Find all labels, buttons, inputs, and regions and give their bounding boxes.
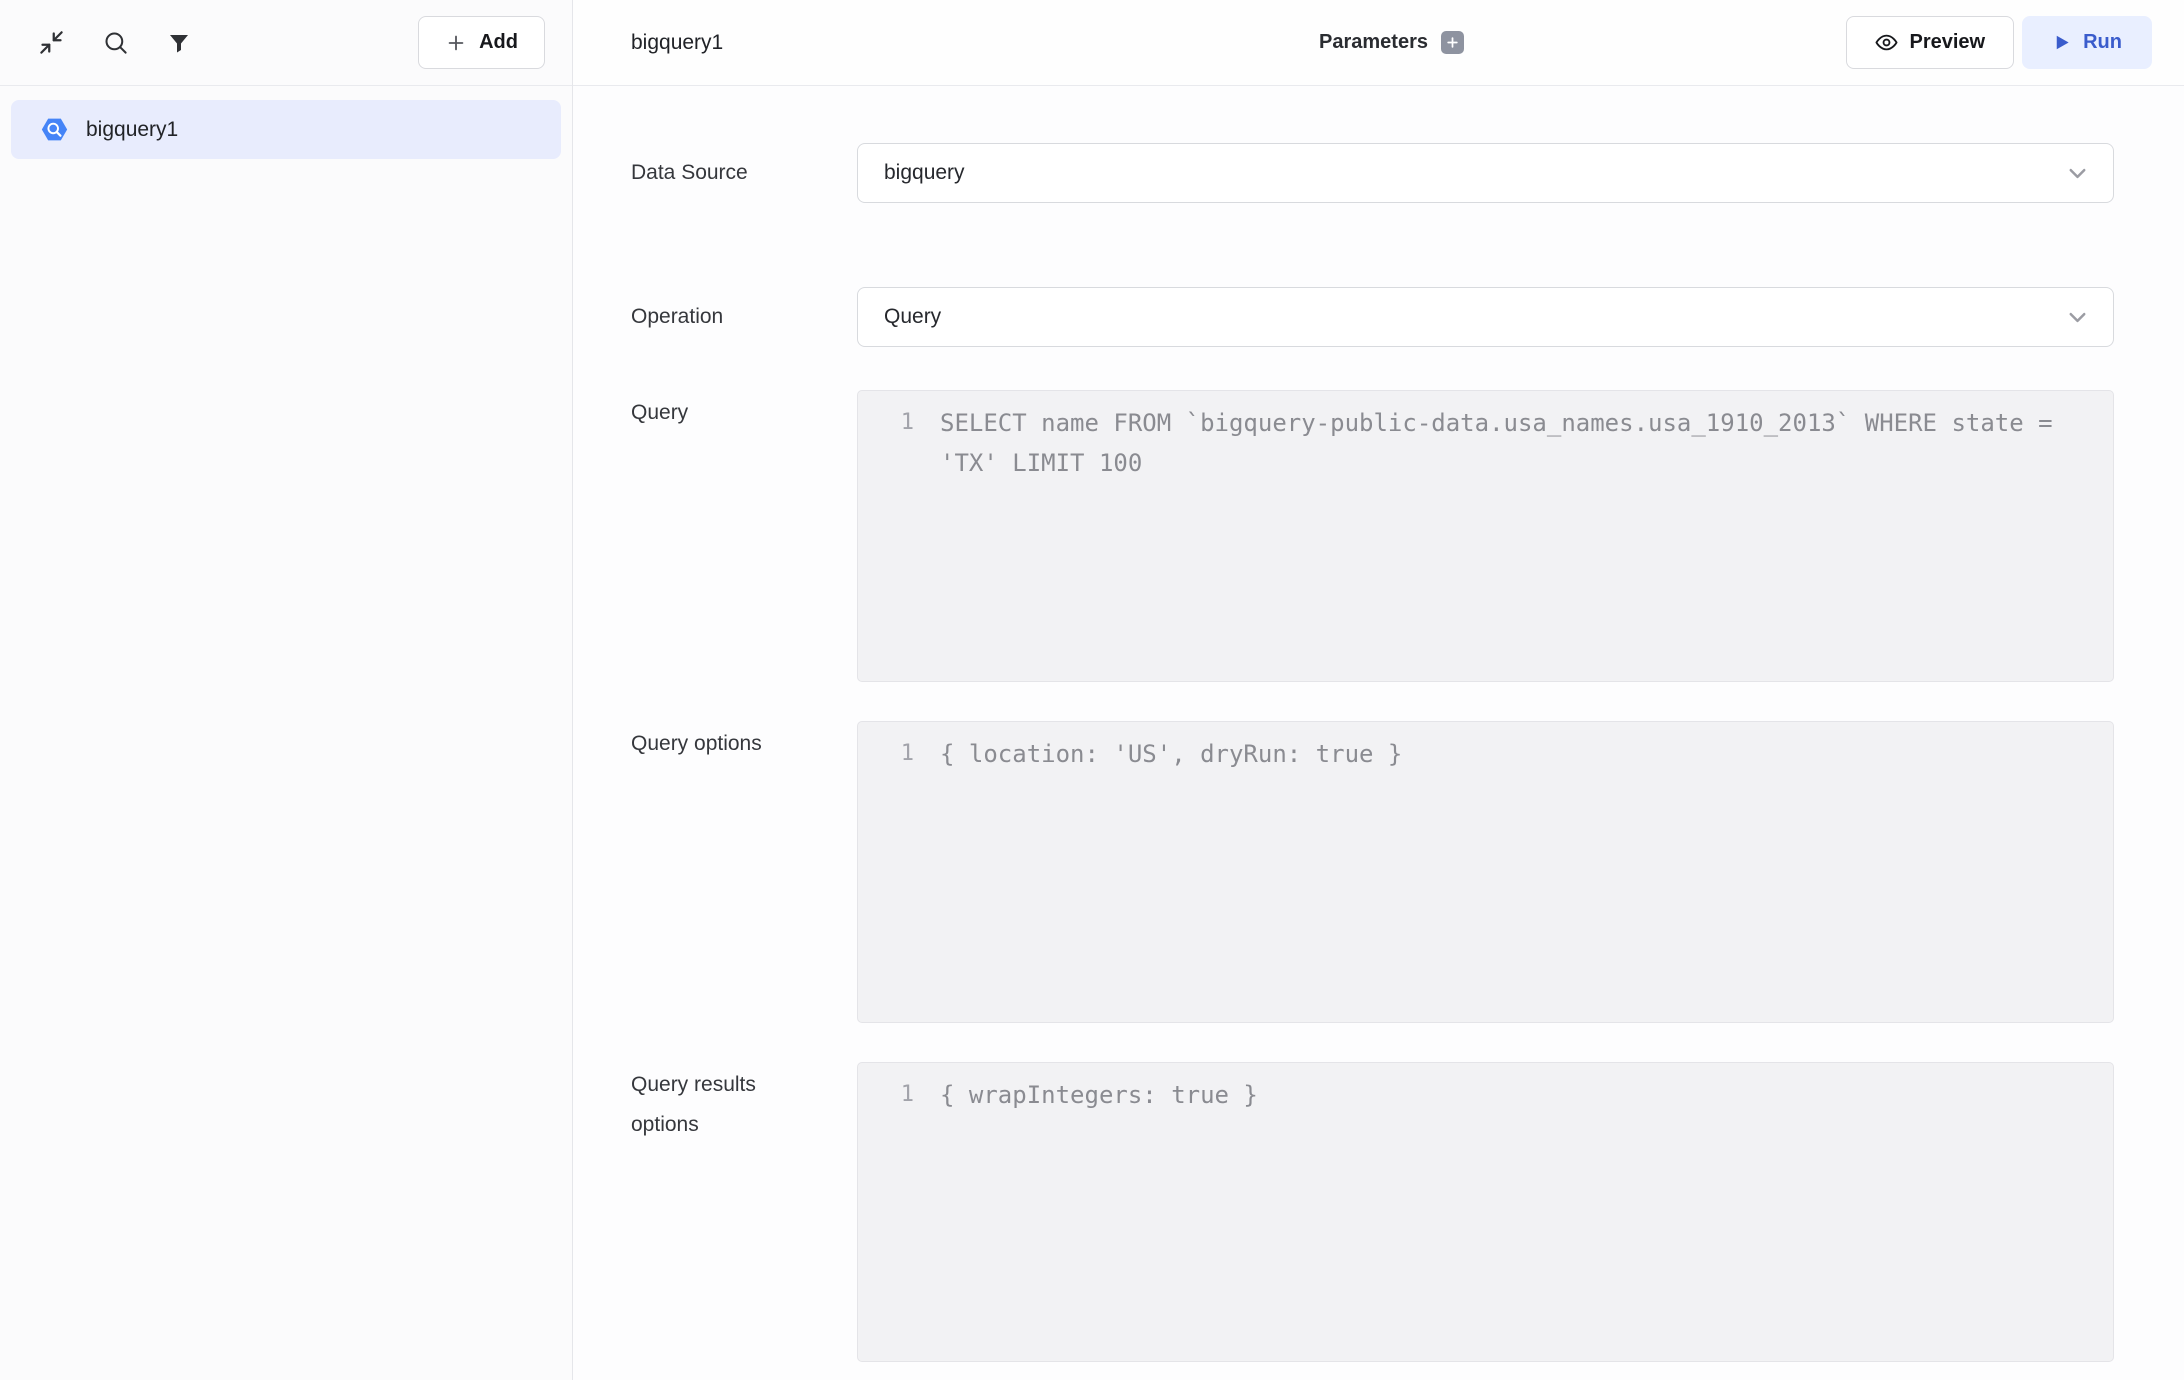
query-form: Data Source bigquery Operation Query [573,86,2184,1380]
query-row: Query 1 SELECT name FROM `bigquery-publi… [631,390,2114,682]
query-results-options-code: { wrapIntegers: true } [940,1075,2073,1115]
query-label: Query [631,390,857,433]
data-source-value: bigquery [884,161,965,185]
filter-icon [167,31,191,55]
collapse-panel-button[interactable] [32,24,70,62]
chevron-down-icon [2064,160,2091,187]
query-results-options-label: Query results options [631,1062,857,1145]
operation-value: Query [884,305,941,329]
line-number: 1 [858,403,914,443]
run-button[interactable]: Run [2022,16,2152,69]
line-number: 1 [858,1075,914,1115]
data-source-row: Data Source bigquery [631,143,2114,203]
parameters-add-icon [1446,36,1459,49]
search-icon [102,29,129,56]
line-number: 1 [858,734,914,774]
query-options-row: Query options 1 { location: 'US', dryRun… [631,721,2114,1023]
play-icon [2052,33,2071,52]
app-window: Add bigquery1 bigquery1 [0,0,2184,1380]
header-actions: Preview Run [1464,16,2152,69]
run-button-label: Run [2083,31,2122,54]
query-options-code: { location: 'US', dryRun: true } [940,734,2073,774]
tab-parameters[interactable]: Parameters [1319,31,1464,54]
preview-button[interactable]: Preview [1846,16,2015,69]
chevron-down-icon [2064,304,2091,331]
query-code-editor[interactable]: 1 SELECT name FROM `bigquery-public-data… [857,390,2114,682]
bigquery-icon [39,114,70,145]
sidebar-toolbar: Add [0,0,572,86]
operation-label: Operation [631,297,857,337]
query-code: SELECT name FROM `bigquery-public-data.u… [940,403,2073,483]
query-item-label: bigquery1 [86,118,178,142]
query-title: bigquery1 [631,31,723,55]
filter-button[interactable] [160,24,198,62]
plus-icon [445,32,467,54]
header-left: bigquery1 [631,31,1319,55]
operation-row: Operation Query [631,287,2114,347]
add-button-label: Add [479,31,518,54]
query-editor-panel: bigquery1 Parameters Preview [573,0,2184,1380]
operation-select[interactable]: Query [857,287,2114,347]
add-parameter-button[interactable] [1441,31,1464,54]
collapse-icon [38,29,65,56]
query-header: bigquery1 Parameters Preview [573,0,2184,86]
query-list-item-bigquery1[interactable]: bigquery1 [11,100,561,159]
query-results-options-editor[interactable]: 1 { wrapIntegers: true } [857,1062,2114,1362]
add-query-button[interactable]: Add [418,16,545,69]
eye-icon [1875,31,1898,54]
search-button[interactable] [96,24,134,62]
query-options-label: Query options [631,721,857,764]
parameters-label: Parameters [1319,31,1428,54]
preview-button-label: Preview [1910,31,1986,54]
data-source-label: Data Source [631,153,857,193]
data-source-select[interactable]: bigquery [857,143,2114,203]
query-list: bigquery1 [0,86,572,173]
query-results-options-row: Query results options 1 { wrapIntegers: … [631,1062,2114,1362]
query-panel-sidebar: Add bigquery1 [0,0,573,1380]
query-options-editor[interactable]: 1 { location: 'US', dryRun: true } [857,721,2114,1023]
